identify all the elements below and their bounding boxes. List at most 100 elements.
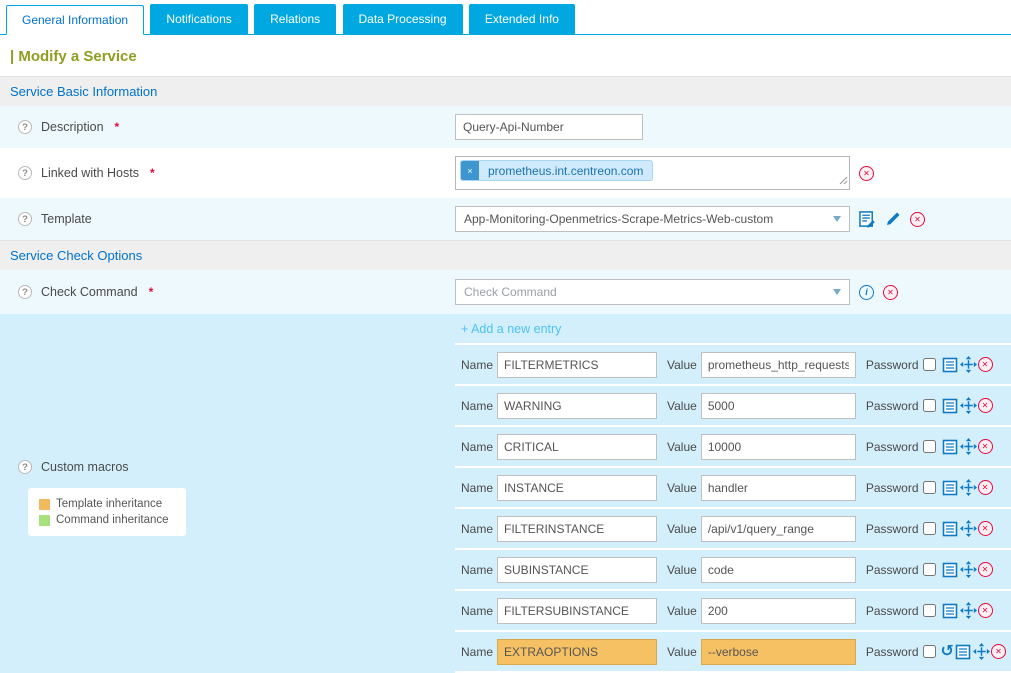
delete-macro-icon[interactable]: ✕ [978,562,993,577]
linked-hosts-input[interactable]: × prometheus.int.centreon.com [455,156,850,190]
tab-relations[interactable]: Relations [254,4,336,34]
help-icon[interactable]: ? [18,166,32,180]
macro-value-input[interactable] [701,352,856,378]
macro-name-input[interactable] [497,352,657,378]
macro-password-label: Password [866,604,919,618]
password-checkbox[interactable] [923,522,936,535]
delete-macro-icon[interactable]: ✕ [978,439,993,454]
macro-name-label: Name [461,604,493,618]
move-icon[interactable] [960,356,977,373]
add-macro-link[interactable]: + Add a new entry [461,322,561,336]
password-checkbox[interactable] [923,440,936,453]
macro-value-label: Value [667,563,697,577]
macro-name-input[interactable] [497,475,657,501]
linked-hosts-label: Linked with Hosts [41,166,139,180]
password-checkbox[interactable] [923,399,936,412]
password-checkbox[interactable] [923,563,936,576]
macro-name-input[interactable] [497,598,657,624]
macro-row: Name Value Password ↺ ✕ [455,632,1011,673]
custom-macros-left: ? Custom macros Template inheritance Com… [0,314,455,673]
view-template-icon[interactable] [859,211,876,228]
macro-value-input[interactable] [701,516,856,542]
macro-name-input[interactable] [497,434,657,460]
undo-icon[interactable]: ↺ [941,644,954,660]
chevron-down-icon [833,289,841,295]
macro-password-label: Password [866,563,919,577]
password-checkbox[interactable] [923,645,936,658]
chip-remove-icon[interactable]: × [461,160,479,181]
template-select[interactable]: App-Monitoring-Openmetrics-Scrape-Metric… [455,206,850,232]
description-input[interactable] [455,114,643,140]
macro-value-input[interactable] [701,598,856,624]
linked-hosts-row: ? Linked with Hosts * × prometheus.int.ce… [0,148,1011,198]
resize-handle-icon[interactable] [839,174,848,188]
check-command-row: ? Check Command* Check Command i ✕ [0,270,1011,314]
tab-extended-info[interactable]: Extended Info [469,4,575,34]
description-label: Description [41,120,104,134]
macro-name-label: Name [461,440,493,454]
info-icon[interactable]: i [859,285,874,300]
tab-notifications[interactable]: Notifications [150,4,247,34]
help-icon[interactable]: ? [18,120,32,134]
macro-description-icon[interactable] [942,603,958,619]
move-icon[interactable] [960,561,977,578]
move-icon[interactable] [960,479,977,496]
delete-macro-icon[interactable]: ✕ [978,521,993,536]
move-icon[interactable] [960,397,977,414]
password-checkbox[interactable] [923,604,936,617]
delete-macro-icon[interactable]: ✕ [991,644,1006,659]
macro-row: Name Value Password ✕ [455,386,1011,427]
macro-password-label: Password [866,522,919,536]
macro-value-label: Value [667,399,697,413]
macro-name-input[interactable] [497,639,657,665]
macro-name-input[interactable] [497,516,657,542]
tab-data-processing[interactable]: Data Processing [343,4,463,34]
delete-macro-icon[interactable]: ✕ [978,603,993,618]
macro-description-icon[interactable] [942,480,958,496]
macro-name-label: Name [461,481,493,495]
macro-name-input[interactable] [497,557,657,583]
move-icon[interactable] [960,520,977,537]
template-inheritance-label: Template inheritance [56,496,162,512]
password-checkbox[interactable] [923,358,936,371]
help-icon[interactable]: ? [18,285,32,299]
move-icon[interactable] [973,643,990,660]
macro-description-icon[interactable] [942,357,958,373]
help-icon[interactable]: ? [18,212,32,226]
delete-macro-icon[interactable]: ✕ [978,357,993,372]
macro-value-input[interactable] [701,434,856,460]
clear-check-command-icon[interactable]: ✕ [883,285,898,300]
edit-template-icon[interactable] [885,211,901,227]
macro-row: Name Value Password ✕ [455,345,1011,386]
macro-value-input[interactable] [701,557,856,583]
macro-value-label: Value [667,645,697,659]
chevron-down-icon [833,216,841,222]
tab-general-information[interactable]: General Information [6,5,144,35]
macro-name-label: Name [461,358,493,372]
help-icon[interactable]: ? [18,460,32,474]
macro-row: Name Value Password ✕ [455,509,1011,550]
macro-value-input[interactable] [701,393,856,419]
macro-description-icon[interactable] [942,439,958,455]
macro-value-input[interactable] [701,475,856,501]
macro-description-icon[interactable] [955,644,971,660]
section-service-check-options: Service Check Options [0,240,1011,270]
required-asterisk: * [150,166,155,180]
section-service-basic-information: Service Basic Information [0,76,1011,106]
check-command-select[interactable]: Check Command [455,279,850,305]
macro-row: Name Value Password ✕ [455,468,1011,509]
host-chip-label: prometheus.int.centreon.com [479,164,652,178]
move-icon[interactable] [960,438,977,455]
move-icon[interactable] [960,602,977,619]
macro-value-input[interactable] [701,639,856,665]
password-checkbox[interactable] [923,481,936,494]
macro-description-icon[interactable] [942,521,958,537]
macro-name-input[interactable] [497,393,657,419]
macro-description-icon[interactable] [942,562,958,578]
delete-macro-icon[interactable]: ✕ [978,398,993,413]
delete-macro-icon[interactable]: ✕ [978,480,993,495]
description-row: ? Description* [0,106,1011,148]
macro-description-icon[interactable] [942,398,958,414]
clear-hosts-icon[interactable]: ✕ [859,166,874,181]
clear-template-icon[interactable]: ✕ [910,212,925,227]
